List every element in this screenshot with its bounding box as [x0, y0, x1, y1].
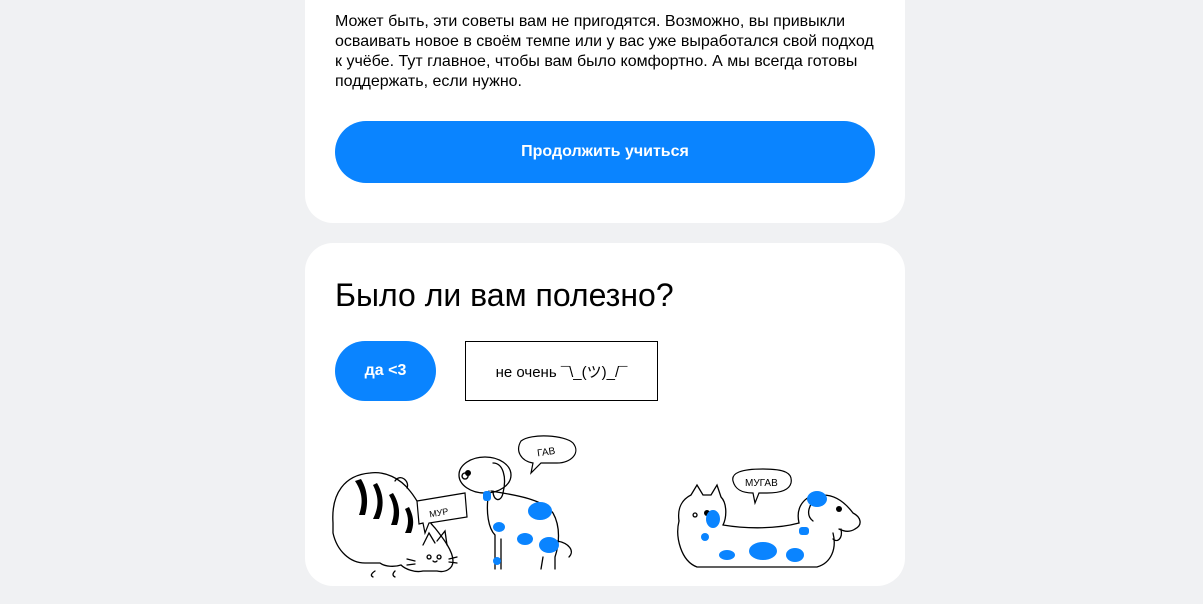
- catdog-pair-illustration: МУГАВ: [677, 468, 861, 568]
- cat-speech-bubble: МУР: [416, 492, 468, 536]
- pair-bubble-text: МУГАВ: [745, 478, 778, 489]
- continue-learning-button[interactable]: Продолжить учиться: [335, 121, 875, 183]
- dog-icon: [458, 456, 572, 570]
- pair-speech-bubble: МУГАВ: [732, 468, 792, 506]
- cat-stripes: [355, 479, 414, 533]
- feedback-question: Было ли вам полезно?: [335, 277, 674, 313]
- dog-speech-bubble: ГАВ: [518, 435, 577, 475]
- dog-spots: [493, 502, 559, 565]
- cat-dog-illustration: МУР ГАВ: [332, 435, 577, 578]
- feedback-yes-button[interactable]: да <3: [335, 341, 436, 401]
- tips-card: Может быть, эти советы вам не пригодятся…: [305, 0, 905, 223]
- feedback-no-button[interactable]: не очень ¯\_(ツ)_/¯: [465, 341, 658, 401]
- catdog-spots: [701, 491, 827, 562]
- feedback-card: Было ли вам полезно? да <3 не очень ¯\_(…: [305, 243, 905, 586]
- tips-text: Может быть, эти советы вам не пригодятся…: [335, 13, 874, 90]
